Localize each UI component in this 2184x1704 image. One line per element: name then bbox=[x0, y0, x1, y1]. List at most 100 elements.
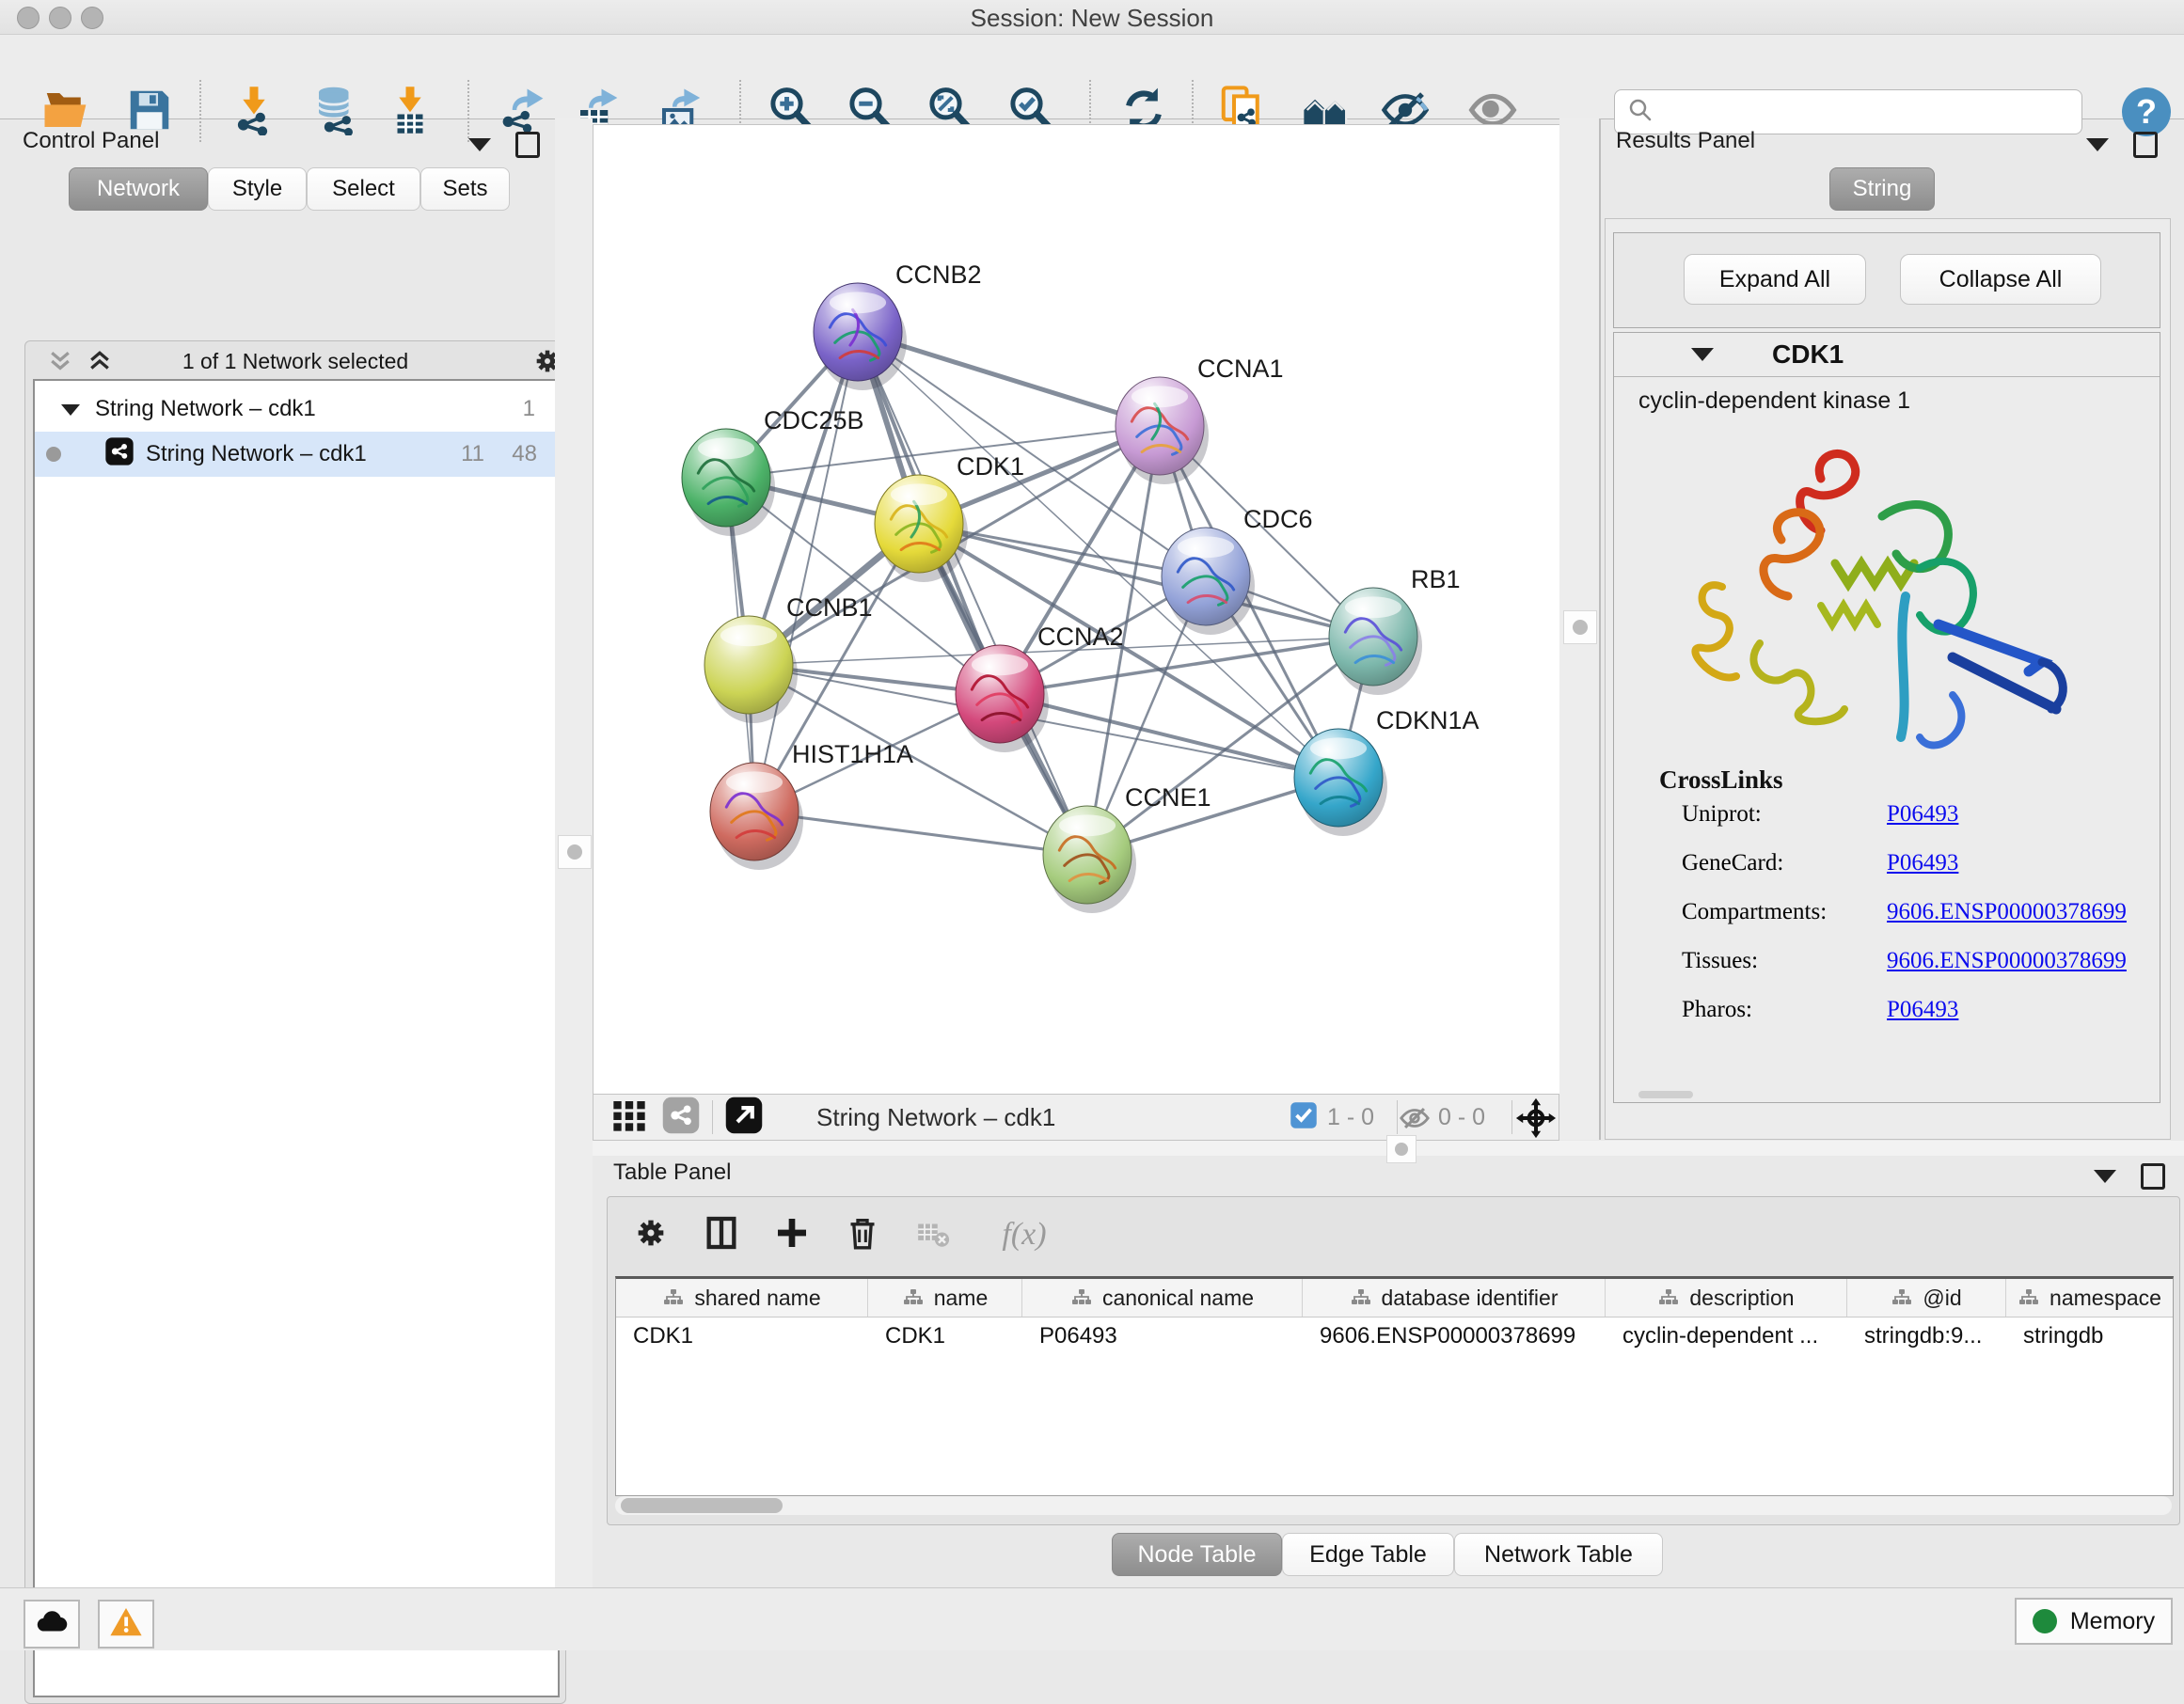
selected-counts: 1 - 0 bbox=[1327, 1104, 1374, 1131]
netbar-separator bbox=[1511, 1100, 1512, 1134]
detach-view-icon[interactable] bbox=[724, 1096, 764, 1140]
network-panel-box: 1 of 1 Network selected String Network –… bbox=[24, 340, 566, 1704]
table-row[interactable]: CDK1 CDK1 P06493 9606.ENSP00000378699 cy… bbox=[616, 1317, 2173, 1355]
crosslink-value-link[interactable]: 9606.ENSP00000378699 bbox=[1887, 948, 2127, 986]
tab-node-table[interactable]: Node Table bbox=[1112, 1533, 1282, 1576]
control-panel-float-icon[interactable] bbox=[515, 132, 540, 158]
function-builder-button[interactable]: f(x) bbox=[984, 1212, 1065, 1257]
network-canvas[interactable]: CCNB2CCNA1CDC25BCDK1CDC6RB1CCNB1CCNA2CDK… bbox=[593, 124, 1561, 1095]
tab-edge-table[interactable]: Edge Table bbox=[1282, 1533, 1454, 1576]
left-splitter[interactable] bbox=[555, 118, 593, 1587]
table-hscrollbar[interactable] bbox=[615, 1496, 2172, 1515]
crosslink-value-link[interactable]: P06493 bbox=[1887, 801, 1958, 839]
network-node[interactable]: RB1 bbox=[1329, 565, 1461, 695]
add-column-button[interactable] bbox=[769, 1212, 815, 1257]
network-tree-child-row[interactable]: String Network – cdk1 11 48 bbox=[35, 432, 558, 477]
column-header[interactable]: name bbox=[868, 1279, 1022, 1317]
warnings-button[interactable] bbox=[98, 1600, 154, 1649]
protein-section-header[interactable]: CDK1 bbox=[1614, 333, 2160, 377]
table-options-button[interactable] bbox=[628, 1212, 673, 1257]
network-tree-root-row[interactable]: String Network – cdk1 1 bbox=[35, 387, 558, 432]
protein-description: cyclin-dependent kinase 1 bbox=[1638, 387, 1910, 415]
results-panel-float-icon[interactable] bbox=[2133, 132, 2158, 158]
table-hscroll-thumb[interactable] bbox=[621, 1498, 783, 1513]
title-bar: Session: New Session bbox=[0, 0, 2184, 35]
crosslink-value-link[interactable]: 9606.ENSP00000378699 bbox=[1887, 899, 2127, 937]
results-panel-menu-icon[interactable] bbox=[2086, 138, 2109, 151]
table-cell[interactable]: CDK1 bbox=[868, 1317, 1022, 1355]
delete-table-button[interactable] bbox=[910, 1212, 956, 1257]
table-panel-title: Table Panel bbox=[613, 1160, 731, 1186]
table-cell[interactable]: stringdb:9... bbox=[1847, 1317, 2006, 1355]
node-label: CDKN1A bbox=[1376, 706, 1480, 734]
memory-button[interactable]: Memory bbox=[2015, 1598, 2173, 1645]
selected-checkbox-icon[interactable] bbox=[1290, 1101, 1318, 1134]
table-cell[interactable]: CDK1 bbox=[616, 1317, 868, 1355]
expand-all-button[interactable]: Expand All bbox=[1684, 254, 1866, 305]
node-label: RB1 bbox=[1411, 565, 1461, 593]
tab-style[interactable]: Style bbox=[208, 167, 307, 211]
tree-expander-icon[interactable] bbox=[61, 396, 80, 422]
table-cell[interactable]: cyclin-dependent ... bbox=[1606, 1317, 1847, 1355]
network-node[interactable]: CCNE1 bbox=[1043, 783, 1211, 913]
crosslink-value-link[interactable]: P06493 bbox=[1887, 997, 1958, 1034]
control-panel-menu-icon[interactable] bbox=[468, 138, 491, 151]
protein-details-box: CDK1 cyclin-dependent kinase 1 bbox=[1613, 332, 2160, 1103]
network-edge[interactable] bbox=[754, 812, 1087, 855]
grid-view-icon[interactable] bbox=[610, 1097, 648, 1139]
table-panel-menu-icon[interactable] bbox=[2094, 1170, 2116, 1183]
network-node[interactable]: CDC25B bbox=[682, 406, 864, 536]
node-label: CCNE1 bbox=[1125, 783, 1211, 812]
crosslink-label: Pharos: bbox=[1682, 997, 1887, 1034]
network-node[interactable]: CDKN1A bbox=[1294, 706, 1480, 836]
network-node[interactable]: CCNB1 bbox=[704, 593, 873, 723]
left-splitter-handle[interactable] bbox=[558, 835, 592, 869]
table-panel: Table Panel ✕ f(x) shared name name cano… bbox=[593, 1156, 2184, 1587]
tab-string[interactable]: String bbox=[1829, 167, 1935, 211]
right-splitter-handle[interactable] bbox=[1563, 610, 1597, 644]
column-header[interactable]: shared name bbox=[616, 1279, 868, 1317]
string-network-badge-icon bbox=[104, 436, 135, 473]
main-toolbar: ? bbox=[0, 35, 2184, 119]
table-panel-float-icon[interactable] bbox=[2141, 1163, 2165, 1190]
cloud-status-button[interactable] bbox=[24, 1600, 80, 1649]
network-graph[interactable]: CCNB2CCNA1CDC25BCDK1CDC6RB1CCNB1CCNA2CDK… bbox=[593, 125, 1560, 1095]
table-cell[interactable]: 9606.ENSP00000378699 bbox=[1303, 1317, 1606, 1355]
network-edge[interactable] bbox=[858, 332, 1087, 855]
collapse-all-button[interactable]: Collapse All bbox=[1900, 254, 2101, 305]
column-header[interactable]: database identifier bbox=[1303, 1279, 1606, 1317]
results-hscroll-thumb[interactable] bbox=[1638, 1091, 1693, 1098]
tab-select[interactable]: Select bbox=[307, 167, 420, 211]
network-node[interactable]: CCNB2 bbox=[814, 260, 982, 390]
column-header[interactable]: canonical name bbox=[1022, 1279, 1303, 1317]
network-node[interactable]: HIST1H1A bbox=[710, 740, 913, 870]
network-thumbnail-icon[interactable] bbox=[661, 1096, 701, 1140]
table-header-row: shared name name canonical name database… bbox=[616, 1279, 2173, 1317]
tree-child-label: String Network – cdk1 bbox=[146, 441, 367, 467]
tab-sets[interactable]: Sets bbox=[420, 167, 510, 211]
hidden-counts: 0 - 0 bbox=[1438, 1104, 1485, 1131]
table-cell[interactable]: P06493 bbox=[1022, 1317, 1303, 1355]
column-header[interactable]: namespace bbox=[2006, 1279, 2173, 1317]
window-title: Session: New Session bbox=[0, 4, 2184, 33]
network-edge[interactable] bbox=[1000, 694, 1338, 778]
network-node[interactable]: CCNA1 bbox=[1116, 355, 1284, 484]
crosslink-label: GeneCard: bbox=[1682, 850, 1887, 888]
birds-eye-view-icon[interactable] bbox=[1515, 1097, 1557, 1144]
column-header[interactable]: @id bbox=[1847, 1279, 2006, 1317]
tab-network-table[interactable]: Network Table bbox=[1454, 1533, 1663, 1576]
section-collapse-icon[interactable] bbox=[1691, 348, 1714, 361]
table-cell[interactable]: stringdb bbox=[2006, 1317, 2173, 1355]
hidden-eye-icon[interactable] bbox=[1399, 1102, 1431, 1139]
delete-column-button[interactable] bbox=[840, 1212, 885, 1257]
network-selection-status: 1 of 1 Network selected bbox=[25, 349, 565, 374]
crosslink-value-link[interactable]: P06493 bbox=[1887, 850, 1958, 888]
column-header[interactable]: description bbox=[1606, 1279, 1847, 1317]
network-edge[interactable] bbox=[919, 524, 1373, 637]
tab-network[interactable]: Network bbox=[69, 167, 208, 211]
show-columns-button[interactable] bbox=[699, 1212, 744, 1257]
node-label: CCNA1 bbox=[1197, 355, 1284, 383]
trash-icon bbox=[844, 1214, 881, 1256]
protein-name: CDK1 bbox=[1772, 339, 1844, 370]
right-splitter[interactable] bbox=[1559, 118, 1599, 1140]
